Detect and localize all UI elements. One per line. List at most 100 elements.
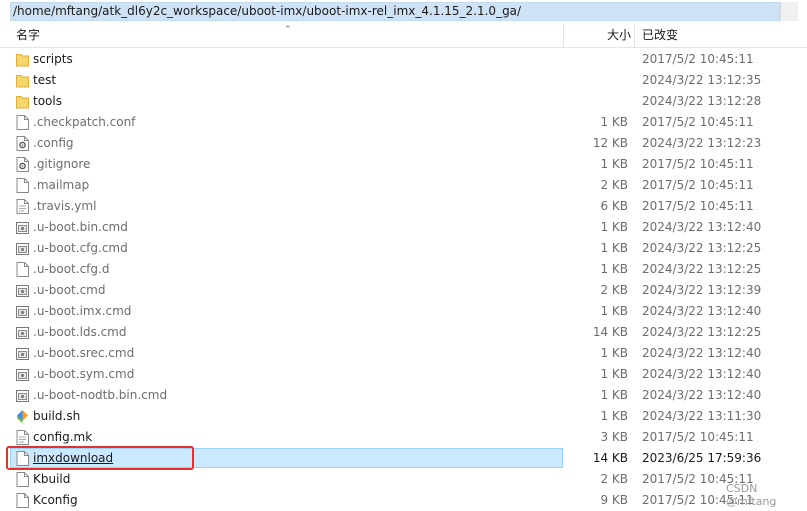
file-row[interactable]: .u-boot.lds.cmd 14 KB 2024/3/22 13:12:25 [0,322,807,343]
file-row[interactable]: Kconfig 9 KB 2017/5/2 10:45:11 [0,490,807,511]
folder-icon [16,52,29,67]
cmd-file-icon [16,388,29,403]
file-row[interactable]: .checkpatch.conf 1 KB 2017/5/2 10:45:11 [0,112,807,133]
file-row[interactable]: test 2024/3/22 13:12:35 [0,70,807,91]
file-size: 2 KB [600,283,628,297]
file-size: 1 KB [600,115,628,129]
file-row[interactable]: tools 2024/3/22 13:12:28 [0,91,807,112]
cmd-file-icon [16,283,29,298]
column-separator[interactable] [634,24,635,47]
file-name: test [33,73,57,87]
file-name: config.mk [33,430,93,444]
file-icon [16,178,29,193]
file-name: .u-boot.cfg.d [33,262,110,276]
config-file-icon [16,157,29,172]
file-row[interactable]: build.sh 1 KB 2024/3/22 13:11:30 [0,406,807,427]
path-field[interactable]: /home/mftang/atk_dl6y2c_workspace/uboot-… [10,2,780,21]
file-date: 2024/3/22 13:12:40 [642,220,762,234]
file-row[interactable]: config.mk 3 KB 2017/5/2 10:45:11 [0,427,807,448]
cmd-file-icon [16,367,29,382]
watermark: CSDN @mftang [726,482,777,508]
file-row[interactable]: .u-boot.srec.cmd 1 KB 2024/3/22 13:12:40 [0,343,807,364]
cmd-file-icon [16,304,29,319]
text-file-icon [16,430,29,445]
file-name: .u-boot-nodtb.bin.cmd [33,388,168,402]
cmd-file-icon [16,241,29,256]
text-file-icon [16,199,29,214]
file-size: 12 KB [592,136,628,150]
file-size: 14 KB [592,325,628,339]
file-row[interactable]: .u-boot-nodtb.bin.cmd 1 KB 2024/3/22 13:12… [0,385,807,406]
file-date: 2017/5/2 10:45:11 [642,178,754,192]
file-row[interactable]: .u-boot.cmd 2 KB 2024/3/22 13:12:39 [0,280,807,301]
file-name: .gitignore [33,157,91,171]
script-file-icon [16,409,29,424]
file-row[interactable]: .config 12 KB 2024/3/22 13:12:23 [0,133,807,154]
column-size-header[interactable]: 大小 [563,24,631,47]
file-size: 3 KB [600,430,628,444]
file-icon [16,472,29,487]
config-file-icon [16,136,29,151]
column-date-header[interactable]: 已改变 [642,24,678,47]
file-date: 2024/3/22 13:12:23 [642,136,762,150]
file-name: .u-boot.cfg.cmd [33,241,128,255]
file-row[interactable]: .u-boot.bin.cmd 1 KB 2024/3/22 13:12:40 [0,217,807,238]
file-date: 2023/6/25 17:59:36 [642,451,762,465]
file-row[interactable]: .travis.yml 6 KB 2017/5/2 10:45:11 [0,196,807,217]
file-row[interactable]: .u-boot.imx.cmd 1 KB 2024/3/22 13:12:40 [0,301,807,322]
file-row[interactable]: Kbuild 2 KB 2017/5/2 10:45:11 [0,469,807,490]
file-name: .u-boot.lds.cmd [33,325,127,339]
file-size: 1 KB [600,388,628,402]
file-size: 9 KB [600,493,628,507]
file-list: scripts 2017/5/2 10:45:11 test 2024/3/22 13… [0,49,807,511]
file-icon [16,493,29,508]
file-date: 2017/5/2 10:45:11 [642,157,754,171]
file-size: 1 KB [600,241,628,255]
file-date: 2017/5/2 10:45:11 [642,430,754,444]
cmd-file-icon [16,220,29,235]
file-name: .checkpatch.conf [33,115,136,129]
file-name: .u-boot.sym.cmd [33,367,135,381]
column-header: 名字 ⌃ 大小 已改变 [0,24,807,48]
file-name: .config [33,136,74,150]
folder-icon [16,94,29,109]
file-size: 2 KB [600,178,628,192]
sort-ascending-icon: ⌃ [284,25,292,35]
file-date: 2024/3/22 13:11:30 [642,409,762,423]
file-date: 2024/3/22 13:12:40 [642,304,762,318]
file-size: 1 KB [600,157,628,171]
file-name: scripts [33,52,73,66]
column-name-header[interactable]: 名字 [16,24,40,47]
file-row[interactable]: .u-boot.cfg.d 1 KB 2024/3/22 13:12:25 [0,259,807,280]
file-size: 1 KB [600,346,628,360]
file-name: build.sh [33,409,81,423]
file-date: 2017/5/2 10:45:11 [642,52,754,66]
file-date: 2024/3/22 13:12:40 [642,367,762,381]
file-name: .u-boot.srec.cmd [33,346,135,360]
file-row[interactable]: .mailmap 2 KB 2017/5/2 10:45:11 [0,175,807,196]
file-name: .u-boot.cmd [33,283,106,297]
file-size [563,70,628,91]
file-icon [16,115,29,130]
file-date: 2024/3/22 13:12:40 [642,346,762,360]
file-size: 6 KB [600,199,628,213]
file-name: Kconfig [33,493,78,507]
path-scroll-stub [780,2,798,21]
file-name: Kbuild [33,472,71,486]
file-name: .u-boot.bin.cmd [33,220,128,234]
file-date: 2024/3/22 13:12:39 [642,283,762,297]
file-row[interactable]: .gitignore 1 KB 2017/5/2 10:45:11 [0,154,807,175]
file-size: 1 KB [600,304,628,318]
file-date: 2024/3/22 13:12:28 [642,94,762,108]
file-row[interactable]: scripts 2017/5/2 10:45:11 [0,49,807,70]
file-size: 2 KB [600,472,628,486]
file-name: .u-boot.imx.cmd [33,304,132,318]
file-size: 1 KB [600,220,628,234]
folder-icon [16,73,29,88]
file-size [563,91,628,112]
highlight-annotation-box [6,446,194,470]
cmd-file-icon [16,346,29,361]
file-row[interactable]: .u-boot.cfg.cmd 1 KB 2024/3/22 13:12:25 [0,238,807,259]
file-row[interactable]: .u-boot.sym.cmd 1 KB 2024/3/22 13:12:40 [0,364,807,385]
file-date: 2017/5/2 10:45:11 [642,199,754,213]
